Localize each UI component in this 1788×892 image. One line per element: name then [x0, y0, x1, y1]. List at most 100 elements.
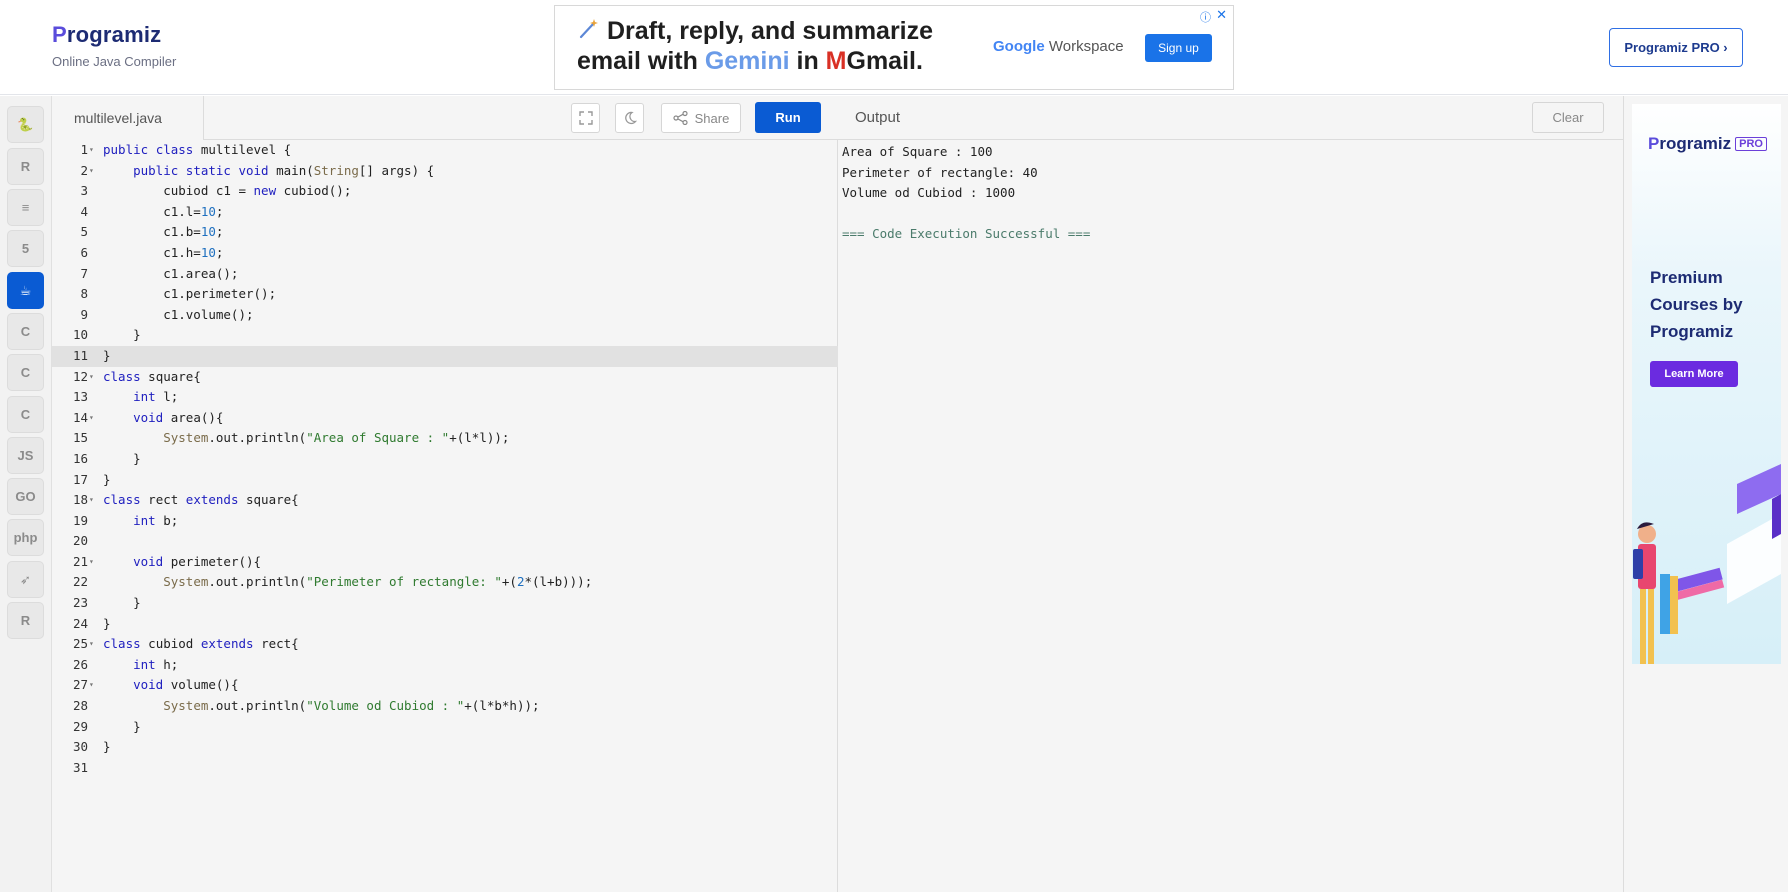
code-line[interactable]: 4 c1.l=10;	[52, 202, 838, 223]
code-line[interactable]: 25 ▾ class cubiod extends rect{	[52, 634, 838, 655]
code-line[interactable]: 8 c1.perimeter();	[52, 284, 838, 305]
fold-arrow-icon[interactable]: ▾	[89, 675, 97, 696]
fullscreen-button[interactable]	[571, 103, 600, 133]
code-text: c1.volume();	[103, 306, 254, 322]
code-line[interactable]: 19 int b;	[52, 511, 838, 532]
programiz-pro-logo: Programiz PRO	[1648, 134, 1767, 154]
output-console[interactable]: Area of Square : 100 Perimeter of rectang…	[842, 142, 1090, 245]
line-number: 24	[72, 615, 88, 631]
code-text: c1.h=10;	[103, 244, 224, 260]
code-line[interactable]: 3 cubiod c1 = new cubiod();	[52, 181, 838, 202]
code-line[interactable]: 26 int h;	[52, 655, 838, 676]
side-ad-headline: Premium Courses by Programiz	[1650, 268, 1743, 341]
code-line[interactable]: 28 System.out.println("Volume od Cubiod …	[52, 696, 838, 717]
ad-close-icon[interactable]: ✕	[1216, 7, 1227, 23]
code-text: class rect extends square{	[103, 492, 299, 508]
ad-banner[interactable]: Draft, reply, and summarize email with G…	[554, 5, 1234, 90]
code-text: int h;	[133, 656, 179, 672]
line-number: 13	[72, 389, 88, 405]
fold-arrow-icon[interactable]: ▾	[89, 140, 97, 161]
language-rust-icon[interactable]: R	[7, 602, 44, 639]
fold-arrow-icon[interactable]: ▾	[89, 634, 97, 655]
fold-arrow-icon[interactable]: ▾	[89, 552, 97, 573]
dark-mode-button[interactable]	[615, 103, 644, 133]
programiz-pro-button[interactable]: Programiz PRO ›	[1609, 28, 1743, 67]
line-number: 29	[72, 718, 88, 734]
code-line[interactable]: 12 ▾ class square{	[52, 367, 838, 388]
code-line[interactable]: 2 ▾ public static void main(String[] args…	[52, 161, 838, 182]
language-sql-icon[interactable]: ≡	[7, 189, 44, 226]
fold-arrow-icon[interactable]: ▾	[89, 408, 97, 429]
code-line[interactable]: 30}	[52, 737, 838, 758]
programiz-logo[interactable]: Programiz	[52, 22, 176, 48]
line-number: 7	[80, 265, 88, 281]
clear-button[interactable]: Clear	[1532, 102, 1604, 133]
line-number: 28	[72, 698, 88, 714]
language-cpp-icon[interactable]: C	[7, 354, 44, 391]
code-line[interactable]: 29 }	[52, 717, 838, 738]
code-line[interactable]: 16 }	[52, 449, 838, 470]
code-line[interactable]: 17}	[52, 470, 838, 491]
line-number: 2	[80, 162, 88, 178]
fullscreen-icon	[578, 111, 593, 125]
language-swift-icon[interactable]: ➶	[7, 561, 44, 598]
line-number: 22	[72, 574, 88, 590]
line-number: 23	[72, 595, 88, 611]
line-number: 5	[80, 224, 88, 240]
fold-arrow-icon[interactable]: ▾	[89, 367, 97, 388]
code-line[interactable]: 1 ▾ public class multilevel {	[52, 140, 838, 161]
line-number: 14	[72, 409, 88, 425]
code-line[interactable]: 13 int l;	[52, 387, 838, 408]
code-line[interactable]: 21 ▾ void perimeter(){	[52, 552, 838, 573]
language-c-icon[interactable]: C	[7, 313, 44, 350]
fold-arrow-icon[interactable]: ▾	[89, 490, 97, 511]
language-go-icon[interactable]: GO	[7, 478, 44, 515]
code-line[interactable]: 7 c1.area();	[52, 264, 838, 285]
code-line[interactable]: 11}	[52, 345, 838, 367]
line-number: 20	[72, 533, 88, 549]
run-button[interactable]: Run	[755, 102, 821, 133]
code-area[interactable]: 1 ▾ public class multilevel {2 ▾ public sta…	[52, 140, 838, 892]
brand[interactable]: Programiz Online Java Compiler	[52, 22, 176, 69]
file-tab[interactable]: multilevel.java	[52, 96, 204, 140]
learn-more-button[interactable]: Learn More	[1650, 361, 1738, 387]
code-line[interactable]: 6 c1.h=10;	[52, 243, 838, 264]
code-line[interactable]: 15 System.out.println("Area of Square : …	[52, 428, 838, 449]
language-java-icon[interactable]: ☕	[7, 272, 44, 309]
code-line[interactable]: 27 ▾ void volume(){	[52, 675, 838, 696]
code-line[interactable]: 18 ▾ class rect extends square{	[52, 490, 838, 511]
language-csharp-icon[interactable]: C	[7, 396, 44, 433]
student-illustration	[1633, 464, 1781, 664]
language-php-icon[interactable]: php	[7, 519, 44, 556]
code-line[interactable]: 14 ▾ void area(){	[52, 408, 838, 429]
side-ad[interactable]: Programiz PRO Premium Courses by Programi…	[1632, 104, 1781, 664]
code-line[interactable]: 23 }	[52, 593, 838, 614]
code-line[interactable]: 5 c1.b=10;	[52, 222, 838, 243]
line-number: 4	[80, 203, 88, 219]
language-html-icon[interactable]: 5	[7, 230, 44, 267]
code-line[interactable]: 31	[52, 758, 838, 779]
code-line[interactable]: 20	[52, 531, 838, 552]
code-text: c1.b=10;	[103, 224, 224, 240]
line-number: 18	[72, 492, 88, 508]
language-r-icon[interactable]: R	[7, 148, 44, 185]
share-button[interactable]: Share	[661, 103, 741, 133]
language-python-icon[interactable]: 🐍	[7, 106, 44, 143]
line-number: 19	[72, 512, 88, 528]
code-text: }	[103, 615, 111, 631]
output-pane: Output Clear Area of Square : 100 Perimet…	[838, 96, 1624, 892]
code-line[interactable]: 22 System.out.println("Perimeter of rect…	[52, 572, 838, 593]
code-text: void perimeter(){	[133, 553, 262, 569]
code-text: cubiod c1 = new cubiod();	[103, 183, 352, 199]
code-text: }	[103, 471, 111, 487]
code-text: }	[103, 718, 141, 734]
ad-signup-button[interactable]: Sign up	[1145, 34, 1212, 62]
language-js-icon[interactable]: JS	[7, 437, 44, 474]
code-line[interactable]: 9 c1.volume();	[52, 305, 838, 326]
ad-info-icon[interactable]: ⓘ	[1200, 9, 1211, 25]
code-line[interactable]: 10 }	[52, 325, 838, 346]
fold-arrow-icon[interactable]: ▾	[89, 161, 97, 182]
execution-status: === Code Execution Successful ===	[842, 226, 1091, 242]
code-line[interactable]: 24}	[52, 614, 838, 635]
